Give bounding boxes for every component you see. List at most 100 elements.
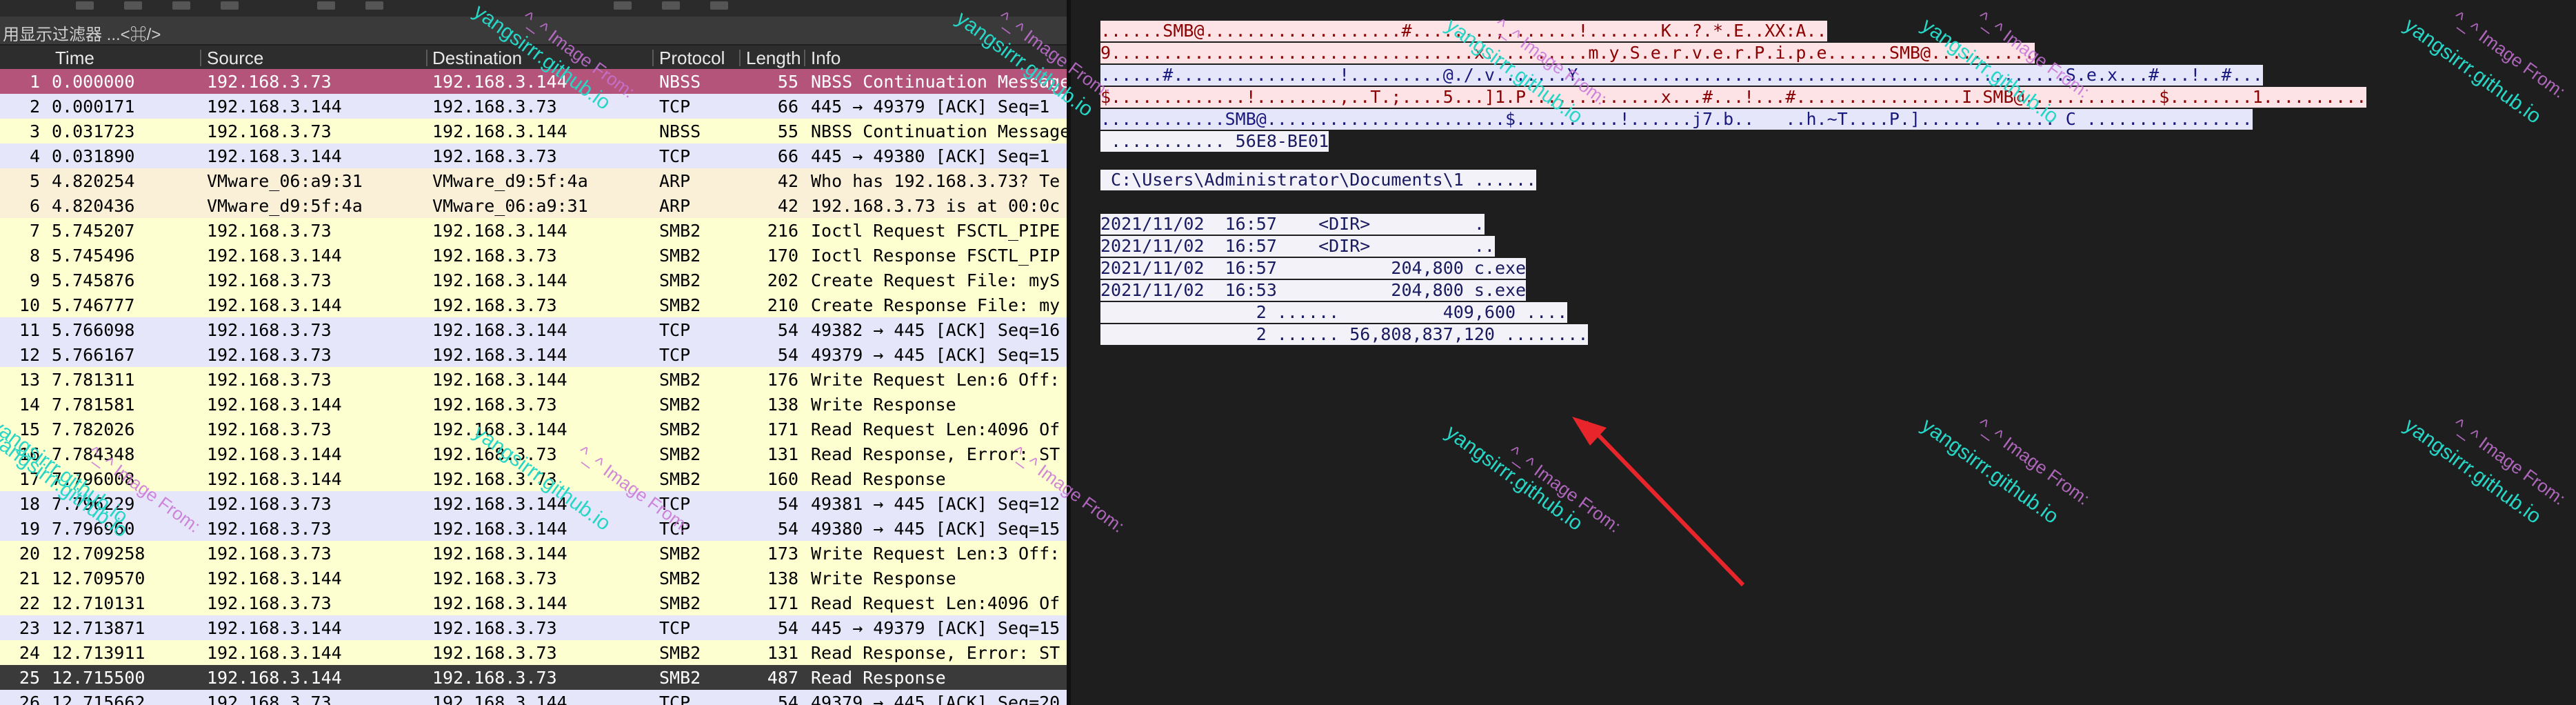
- packet-destination: 192.168.3.144: [432, 494, 567, 514]
- packet-length: 42: [777, 171, 798, 191]
- packet-row[interactable]: 7 5.745207 192.168.3.73 192.168.3.144 SMB2 21…: [0, 218, 1067, 243]
- packet-row[interactable]: 11 5.766098 192.168.3.73 192.168.3.144 TCP 54…: [0, 317, 1067, 342]
- packet-time: 7.796960: [52, 519, 135, 539]
- column-header-time[interactable]: Time: [55, 48, 94, 69]
- packet-destination: 192.168.3.144: [432, 419, 567, 439]
- packet-protocol: SMB2: [659, 295, 701, 315]
- directory-listing-line: 2021/11/02 16:57 <DIR> .: [1100, 214, 1485, 235]
- column-header-length[interactable]: Length: [746, 48, 801, 69]
- packet-source: 192.168.3.73: [207, 419, 332, 439]
- packet-time: 12.715500: [52, 668, 145, 688]
- toolbar-button[interactable]: [172, 1, 190, 10]
- packet-row[interactable]: 23 12.713871 192.168.3.144 192.168.3.73 TCP 5…: [0, 615, 1067, 640]
- packet-source: VMware_06:a9:31: [207, 171, 363, 191]
- packet-destination: 192.168.3.73: [432, 97, 557, 117]
- packet-length: 487: [767, 668, 798, 688]
- packet-row[interactable]: 8 5.745496 192.168.3.144 192.168.3.73 SMB2 17…: [0, 243, 1067, 268]
- packet-source: 192.168.3.144: [207, 246, 342, 266]
- packet-row[interactable]: 5 4.820254 VMware_06:a9:31 VMware_d9:5f:4a A…: [0, 168, 1067, 193]
- packet-row[interactable]: 25 12.715500 192.168.3.144 192.168.3.73 SMB2…: [0, 665, 1067, 690]
- packet-row[interactable]: 16 7.784348 192.168.3.144 192.168.3.73 SMB2 1…: [0, 441, 1067, 466]
- packet-time: 0.000000: [52, 72, 135, 92]
- packet-number: 2: [29, 97, 40, 117]
- packet-time: 5.745876: [52, 270, 135, 290]
- packet-time: 12.713871: [52, 618, 145, 638]
- packet-destination: 192.168.3.73: [432, 568, 557, 588]
- toolbar-button[interactable]: [662, 1, 680, 10]
- packet-length: 171: [767, 419, 798, 439]
- packet-length: 54: [777, 693, 798, 705]
- packet-row[interactable]: 20 12.709258 192.168.3.73 192.168.3.144 SMB2…: [0, 541, 1067, 566]
- packet-row[interactable]: 26 12.715662 192.168.3.73 192.168.3.144 TCP 5…: [0, 690, 1067, 705]
- packet-info: Write Response: [811, 568, 956, 588]
- packet-info: Who has 192.168.3.73? Te: [811, 171, 1060, 191]
- packet-row[interactable]: 15 7.782026 192.168.3.73 192.168.3.144 SMB2 1…: [0, 417, 1067, 441]
- packet-destination: 192.168.3.144: [432, 221, 567, 241]
- packet-info: Create Response File: my: [811, 295, 1060, 315]
- packet-info: Read Response, Error: ST: [811, 643, 1060, 663]
- column-header-source[interactable]: Source: [207, 48, 263, 69]
- packet-info: Write Request Len:6 Off:: [811, 370, 1060, 390]
- toolbar-button[interactable]: [317, 1, 335, 10]
- toolbar-button[interactable]: [124, 1, 142, 10]
- packet-row[interactable]: 13 7.781311 192.168.3.73 192.168.3.144 SMB2 1…: [0, 367, 1067, 392]
- packet-length: 54: [777, 345, 798, 365]
- packet-destination: 192.168.3.144: [432, 544, 567, 564]
- packet-protocol: TCP: [659, 494, 691, 514]
- column-header-protocol[interactable]: Protocol: [659, 48, 725, 69]
- packet-length: 54: [777, 618, 798, 638]
- packet-time: 7.796229: [52, 494, 135, 514]
- toolbar-button[interactable]: [221, 1, 239, 10]
- toolbar-button[interactable]: [365, 1, 383, 10]
- packet-number: 11: [19, 320, 40, 340]
- packet-time: 0.000171: [52, 97, 135, 117]
- packet-destination: 192.168.3.144: [432, 693, 567, 705]
- packet-source: 192.168.3.73: [207, 72, 332, 92]
- display-filter-input[interactable]: 用显示过滤器 ...<⌘/>: [0, 17, 1067, 46]
- column-header-info[interactable]: Info: [811, 48, 841, 69]
- packet-length: 54: [777, 320, 798, 340]
- packet-protocol: TCP: [659, 320, 691, 340]
- packet-protocol: SMB2: [659, 668, 701, 688]
- packet-row[interactable]: 4 0.031890 192.168.3.144 192.168.3.73 TCP 66 4…: [0, 143, 1067, 168]
- packet-destination: 192.168.3.144: [432, 593, 567, 613]
- packet-source: 192.168.3.144: [207, 97, 342, 117]
- packet-row[interactable]: 17 7.796008 192.168.3.144 192.168.3.73 SMB2 1…: [0, 466, 1067, 491]
- toolbar-button[interactable]: [76, 1, 94, 10]
- packet-info: Create Request File: myS: [811, 270, 1060, 290]
- stream-hex-line: $.............!........,..T.;....5...]1.…: [1100, 87, 2367, 108]
- packet-protocol: SMB2: [659, 568, 701, 588]
- packet-row[interactable]: 2 0.000171 192.168.3.144 192.168.3.73 TCP 66 4…: [0, 94, 1067, 119]
- packet-time: 12.710131: [52, 593, 145, 613]
- packet-protocol: SMB2: [659, 419, 701, 439]
- toolbar-button[interactable]: [710, 1, 728, 10]
- packet-row[interactable]: 24 12.713911 192.168.3.144 192.168.3.73 SMB2…: [0, 640, 1067, 665]
- packet-row[interactable]: 6 4.820436 VMware_d9:5f:4a VMware_06:a9:31 A…: [0, 193, 1067, 218]
- packet-destination: 192.168.3.73: [432, 295, 557, 315]
- packet-source: 192.168.3.144: [207, 444, 342, 464]
- packet-protocol: NBSS: [659, 121, 701, 141]
- toolbar-button[interactable]: [614, 1, 632, 10]
- packet-row[interactable]: 3 0.031723 192.168.3.73 192.168.3.144 NBSS 55…: [0, 119, 1067, 143]
- packet-row[interactable]: 1 0.000000 192.168.3.73 192.168.3.144 NBSS 55…: [0, 69, 1067, 94]
- column-header-destination[interactable]: Destination: [432, 48, 522, 69]
- packet-number: 18: [19, 494, 40, 514]
- packet-row[interactable]: 22 12.710131 192.168.3.73 192.168.3.144 SMB2…: [0, 590, 1067, 615]
- packet-length: 173: [767, 544, 798, 564]
- packet-length: 202: [767, 270, 798, 290]
- packet-row[interactable]: 12 5.766167 192.168.3.73 192.168.3.144 TCP 54…: [0, 342, 1067, 367]
- packet-row[interactable]: 19 7.796960 192.168.3.73 192.168.3.144 TCP 54…: [0, 516, 1067, 541]
- packet-number: 16: [19, 444, 40, 464]
- packet-row[interactable]: 10 5.746777 192.168.3.144 192.168.3.73 SMB2 2…: [0, 292, 1067, 317]
- packet-row[interactable]: 14 7.781581 192.168.3.144 192.168.3.73 SMB2 1…: [0, 392, 1067, 417]
- packet-info: Ioctl Request FSCTL_PIPE: [811, 221, 1060, 241]
- packet-protocol: ARP: [659, 196, 691, 216]
- packet-info: 49382 → 445 [ACK] Seq=16: [811, 320, 1060, 340]
- packet-row[interactable]: 9 5.745876 192.168.3.73 192.168.3.144 SMB2 20…: [0, 268, 1067, 292]
- packet-info: 49379 → 445 [ACK] Seq=20: [811, 693, 1060, 705]
- packet-row[interactable]: 21 12.709570 192.168.3.144 192.168.3.73 SMB2…: [0, 566, 1067, 590]
- packet-row[interactable]: 18 7.796229 192.168.3.73 192.168.3.144 TCP 54…: [0, 491, 1067, 516]
- packet-source: VMware_d9:5f:4a: [207, 196, 363, 216]
- packet-protocol: SMB2: [659, 544, 701, 564]
- packet-number: 6: [29, 196, 40, 216]
